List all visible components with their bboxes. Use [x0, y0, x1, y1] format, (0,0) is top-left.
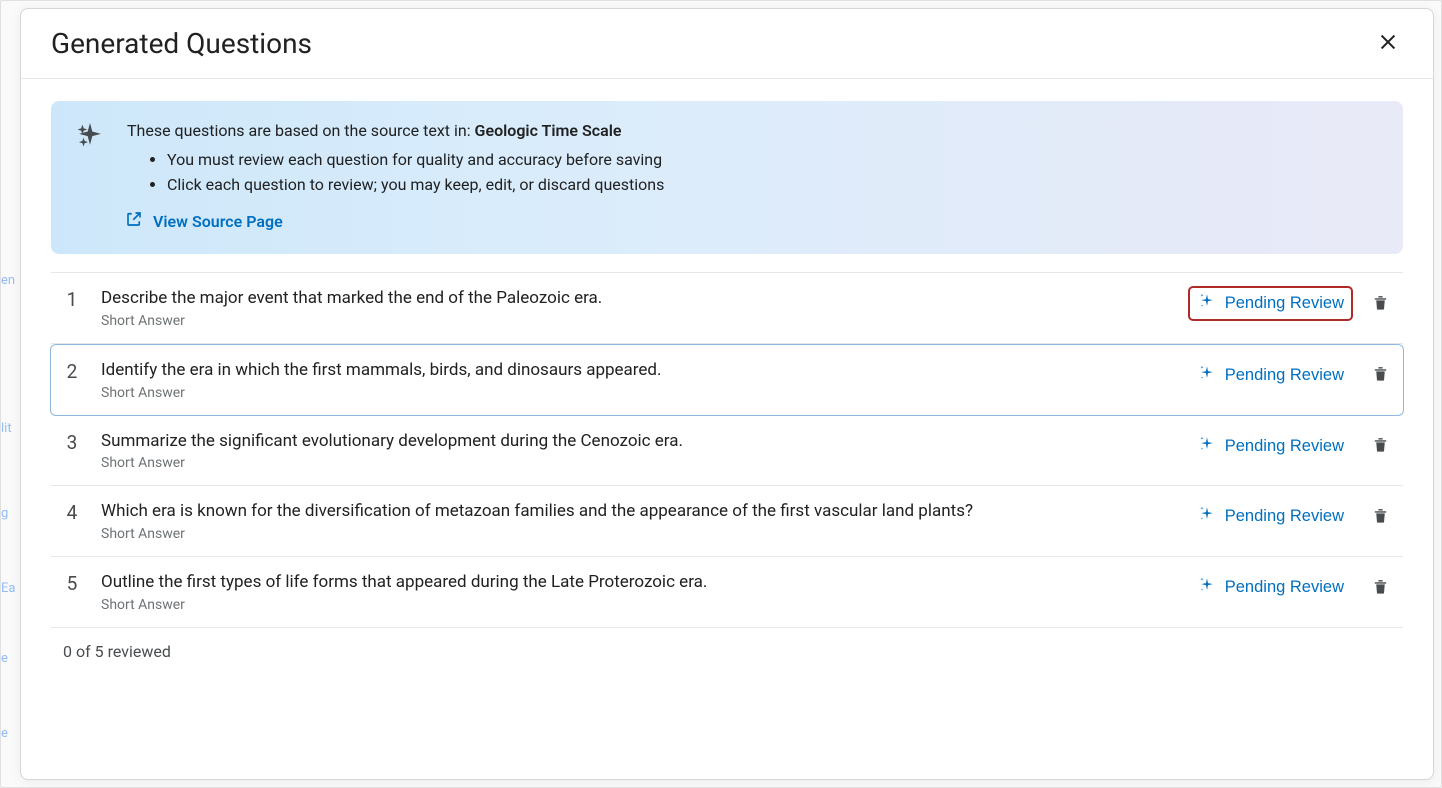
bg-hint: e [1, 651, 8, 666]
question-body: Summarize the significant evolutionary d… [101, 430, 1169, 472]
close-button[interactable] [1373, 27, 1403, 60]
question-actions: Pending Review [1189, 287, 1393, 320]
review-counter: 0 of 5 reviewed [51, 628, 1403, 667]
question-type: Short Answer [101, 526, 1169, 542]
banner-intro-prefix: These questions are based on the source … [127, 121, 475, 140]
sparkle-icon [1197, 291, 1217, 316]
pending-review-button[interactable]: Pending Review [1189, 287, 1352, 320]
trash-icon [1372, 364, 1389, 386]
trash-icon [1372, 577, 1389, 599]
question-text: Outline the first types of life forms th… [101, 571, 1169, 595]
question-type: Short Answer [101, 313, 1169, 329]
pending-review-label: Pending Review [1225, 507, 1344, 526]
pending-review-label: Pending Review [1225, 578, 1344, 597]
question-actions: Pending Review [1189, 571, 1393, 604]
pending-review-button[interactable]: Pending Review [1189, 500, 1352, 533]
pending-review-label: Pending Review [1225, 294, 1344, 313]
banner-bullet: You must review each question for qualit… [167, 150, 1377, 169]
modal-body: These questions are based on the source … [21, 79, 1433, 779]
delete-button[interactable] [1368, 431, 1393, 461]
sparkle-icon [1197, 504, 1217, 529]
delete-button[interactable] [1368, 573, 1393, 603]
delete-button[interactable] [1368, 502, 1393, 532]
generated-questions-modal: Generated Questions These questions are … [20, 8, 1434, 780]
question-row[interactable]: 2 Identify the era in which the first mam… [50, 344, 1404, 416]
question-actions: Pending Review [1189, 500, 1393, 533]
trash-icon [1372, 293, 1389, 315]
question-number: 3 [63, 430, 81, 454]
question-type: Short Answer [101, 597, 1169, 613]
bg-hint: e [1, 726, 8, 741]
question-actions: Pending Review [1189, 430, 1393, 463]
close-icon [1377, 31, 1399, 56]
pending-review-label: Pending Review [1225, 437, 1344, 456]
question-type: Short Answer [101, 455, 1169, 471]
sparkle-icon [77, 123, 103, 149]
info-banner: These questions are based on the source … [51, 101, 1403, 254]
question-actions: Pending Review [1189, 359, 1393, 392]
banner-content: These questions are based on the source … [127, 121, 1377, 232]
banner-source-title: Geologic Time Scale [475, 121, 622, 140]
pending-review-button[interactable]: Pending Review [1189, 430, 1352, 463]
sparkle-icon [1197, 434, 1217, 459]
banner-bullet: Click each question to review; you may k… [167, 175, 1377, 194]
pending-review-button[interactable]: Pending Review [1189, 571, 1352, 604]
question-number: 5 [63, 571, 81, 595]
trash-icon [1372, 435, 1389, 457]
sparkle-icon [1197, 363, 1217, 388]
bg-hint: Ea [1, 581, 15, 596]
question-body: Outline the first types of life forms th… [101, 571, 1169, 613]
trash-icon [1372, 506, 1389, 528]
view-source-link[interactable]: View Source Page [125, 210, 283, 232]
question-text: Summarize the significant evolutionary d… [101, 430, 1169, 454]
banner-bullets: You must review each question for qualit… [127, 150, 1377, 194]
question-row[interactable]: 3 Summarize the significant evolutionary … [51, 416, 1403, 487]
delete-button[interactable] [1368, 360, 1393, 390]
bg-hint: lit [1, 421, 12, 436]
question-body: Describe the major event that marked the… [101, 287, 1169, 329]
bg-hint: en [1, 273, 15, 288]
pending-review-label: Pending Review [1225, 366, 1344, 385]
delete-button[interactable] [1368, 289, 1393, 319]
question-number: 2 [63, 359, 81, 383]
question-text: Identify the era in which the first mamm… [101, 359, 1169, 383]
bg-hint: g [1, 506, 8, 521]
external-link-icon [125, 210, 143, 232]
question-row[interactable]: 4 Which era is known for the diversificat… [51, 486, 1403, 557]
question-number: 1 [63, 287, 81, 311]
view-source-label: View Source Page [153, 212, 283, 231]
question-body: Which era is known for the diversificati… [101, 500, 1169, 542]
banner-intro: These questions are based on the source … [127, 121, 1377, 140]
question-text: Which era is known for the diversificati… [101, 500, 1169, 524]
question-text: Describe the major event that marked the… [101, 287, 1169, 311]
pending-review-button[interactable]: Pending Review [1189, 359, 1352, 392]
modal-title: Generated Questions [51, 27, 312, 60]
question-body: Identify the era in which the first mamm… [101, 359, 1169, 401]
question-number: 4 [63, 500, 81, 524]
question-row[interactable]: 5 Outline the first types of life forms t… [51, 557, 1403, 628]
questions-list: 1 Describe the major event that marked th… [51, 272, 1403, 628]
sparkle-icon [1197, 575, 1217, 600]
question-type: Short Answer [101, 385, 1169, 401]
question-row[interactable]: 1 Describe the major event that marked th… [51, 273, 1403, 344]
modal-header: Generated Questions [21, 9, 1433, 79]
